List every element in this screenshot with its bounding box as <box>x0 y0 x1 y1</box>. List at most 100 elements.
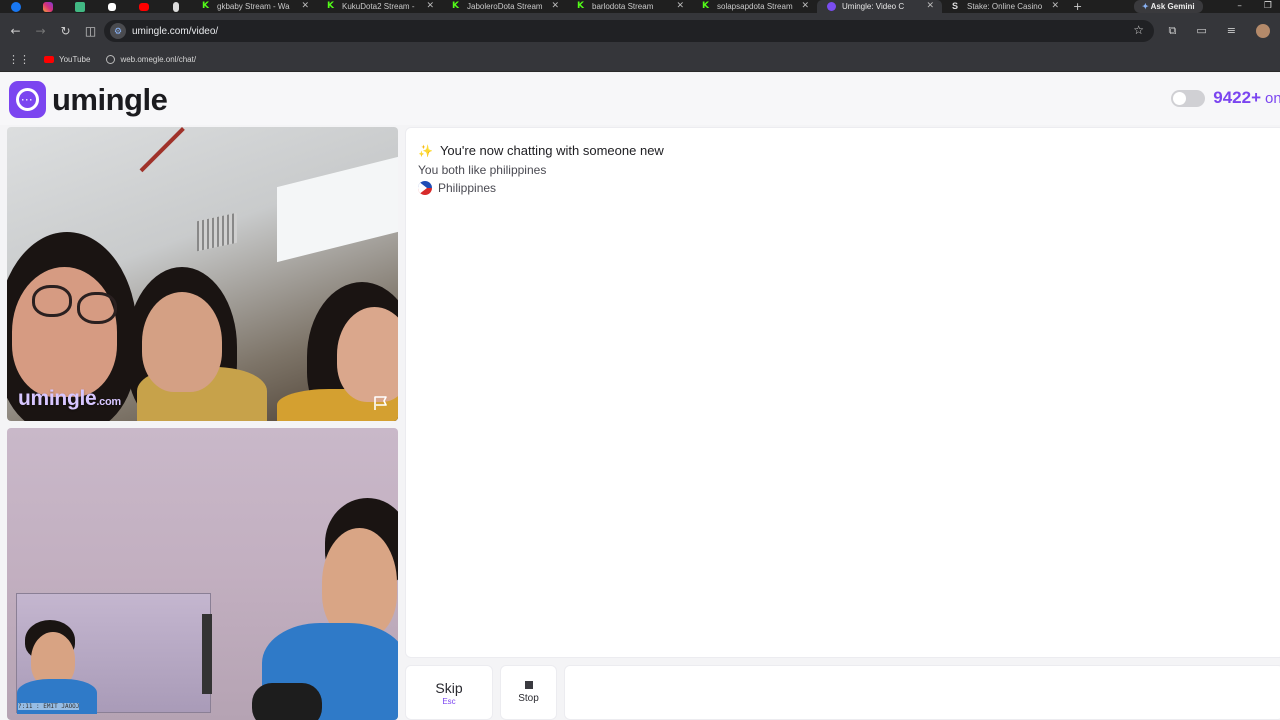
bookmark-label: web.omegle.onl/chat/ <box>120 55 197 64</box>
back-icon[interactable]: ← <box>3 24 28 38</box>
pinned-tab-vuejs[interactable] <box>64 0 96 13</box>
figma-icon <box>173 1 179 12</box>
chat-status-text: You're now chatting with someone new <box>439 143 664 158</box>
skip-shortcut: Esc <box>442 696 456 706</box>
extensions-icon[interactable]: ⧉ <box>1169 24 1177 38</box>
facebook-icon <box>11 1 21 12</box>
self-video: ?:11 : EMIT JAOOJ <box>7 428 398 720</box>
message-input[interactable] <box>564 665 1280 720</box>
video-glasses <box>77 292 117 324</box>
kick-icon: K <box>702 1 709 11</box>
pip-caption: ?:11 : EMIT JAOOJ <box>18 703 80 710</box>
video-person-left-face <box>12 267 117 397</box>
common-interest-text: You both like philippines <box>418 163 547 177</box>
instagram-icon <box>43 1 53 12</box>
video-ceiling-beam <box>139 127 185 173</box>
watermark-domain: .com <box>96 396 121 408</box>
close-tab-icon[interactable]: ✕ <box>801 0 809 13</box>
site-info-icon[interactable]: ⚙ <box>110 23 126 39</box>
reload-icon[interactable]: ↻ <box>53 24 78 38</box>
theme-toggle[interactable] <box>1171 89 1206 107</box>
report-flag-icon[interactable] <box>373 395 389 411</box>
close-tab-icon[interactable]: ✕ <box>551 0 559 13</box>
chat-panel: ✨ You're now chatting with someone new Y… <box>405 127 1280 658</box>
profile-avatar[interactable] <box>1256 23 1270 38</box>
close-tab-icon[interactable]: ✕ <box>676 0 684 13</box>
restore-icon[interactable]: ❐ <box>1264 0 1272 13</box>
brand-name: umingle <box>52 81 168 117</box>
media-icon[interactable]: ≡ <box>1227 24 1236 37</box>
site-header: ··· umingle 9422+ online <box>0 73 1280 125</box>
bookmark-youtube[interactable]: YouTube <box>44 55 90 64</box>
skip-button[interactable]: Skip Esc <box>405 665 493 720</box>
umingle-logo[interactable]: ··· umingle <box>9 81 168 118</box>
kick-icon: K <box>327 1 334 11</box>
umingle-watermark: umingle.com <box>18 387 121 411</box>
close-tab-icon[interactable]: ✕ <box>426 0 434 13</box>
ask-gemini-label: Ask Gemini <box>1150 2 1195 11</box>
url-text: umingle.com/video/ <box>132 25 219 37</box>
pinned-tab-figma[interactable] <box>160 0 192 13</box>
apps-grid-icon[interactable]: ⋮⋮ <box>8 53 30 66</box>
kick-icon: K <box>577 1 584 11</box>
tab-title: Umingle: Video C <box>842 2 905 11</box>
stop-icon <box>524 681 533 689</box>
minimize-icon[interactable]: – <box>1237 0 1242 13</box>
cast-icon[interactable]: ▭ <box>1196 24 1206 37</box>
pinned-tab-facebook[interactable] <box>0 0 32 13</box>
tab-stake[interactable]: S Stake: Online Casino ✕ <box>942 0 1067 13</box>
close-tab-icon[interactable]: ✕ <box>301 0 309 13</box>
video-camera-object <box>252 683 322 720</box>
tab-title: Stake: Online Casino <box>967 2 1043 11</box>
online-count: 9422+ <box>1213 88 1261 107</box>
stranger-video: umingle.com <box>7 127 398 421</box>
close-tab-icon[interactable]: ✕ <box>1051 0 1059 13</box>
new-tab-icon[interactable]: + <box>1073 0 1082 13</box>
pinned-tab-youtube[interactable] <box>128 0 160 13</box>
close-tab-icon[interactable]: ✕ <box>926 0 934 13</box>
ask-gemini-button[interactable]: ✦ Ask Gemini <box>1134 0 1203 13</box>
tab-barlodota[interactable]: K barlodota Stream ✕ <box>567 0 692 13</box>
chat-status: ✨ You're now chatting with someone new <box>418 143 664 158</box>
address-bar[interactable]: ⚙ umingle.com/video/ ☆ <box>104 20 1154 42</box>
bookmark-omegle[interactable]: web.omegle.onl/chat/ <box>106 55 196 64</box>
pinned-tab-x[interactable] <box>96 0 128 13</box>
video-ceiling-vent <box>197 212 237 252</box>
x-icon <box>108 2 116 11</box>
youtube-icon <box>139 2 149 11</box>
picture-in-picture-preview: ?:11 : EMIT JAOOJ <box>16 593 212 714</box>
tab-jabolerodota[interactable]: K JaboleroDota Stream ✕ <box>442 0 567 13</box>
video-person-right-face <box>337 307 398 402</box>
tab-title: KukuDota2 Stream - <box>342 2 415 11</box>
stop-button[interactable]: Stop <box>500 665 557 720</box>
online-label: online <box>1265 89 1280 107</box>
sparkles-icon: ✨ <box>418 143 433 158</box>
tab-umingle[interactable]: Umingle: Video C ✕ <box>817 0 942 13</box>
umingle-icon <box>827 2 836 11</box>
browser-tab-strip: K gkbaby Stream - Wa ✕ K KukuDota2 Strea… <box>0 0 1280 13</box>
vue-icon <box>75 1 85 12</box>
browser-toolbar: ← → ↻ ◫ ⚙ umingle.com/video/ ☆ ⧉ ▭ ≡ <box>0 13 1280 48</box>
toolbar-actions: ⧉ ▭ ≡ <box>1169 13 1270 48</box>
philippines-flag-icon <box>418 181 432 195</box>
video-person-middle-face <box>142 292 222 392</box>
forward-icon[interactable]: → <box>28 24 53 38</box>
video-window-light <box>277 156 398 263</box>
kick-icon: K <box>202 1 209 11</box>
bookmark-label: YouTube <box>59 55 91 64</box>
pinned-tab-instagram[interactable] <box>32 0 64 13</box>
tab-gkbaby[interactable]: K gkbaby Stream - Wa ✕ <box>192 0 317 13</box>
gemini-icon: ✦ <box>1142 2 1151 11</box>
video-self-face <box>322 528 397 638</box>
stranger-country: Philippines <box>418 181 496 195</box>
tab-solapsapdota[interactable]: K solapsapdota Stream ✕ <box>692 0 817 13</box>
sidebar-icon[interactable]: ◫ <box>78 24 103 38</box>
youtube-icon <box>44 56 54 63</box>
window-controls: – ❐ <box>1237 0 1272 13</box>
tab-kukudota[interactable]: K KukuDota2 Stream - ✕ <box>317 0 442 13</box>
bookmark-star-icon[interactable]: ☆ <box>1133 23 1144 37</box>
stop-label: Stop <box>518 693 539 704</box>
pip-monitor <box>202 614 212 694</box>
online-indicator: 9422+ online <box>1171 88 1280 108</box>
pinned-tabs <box>0 0 192 13</box>
